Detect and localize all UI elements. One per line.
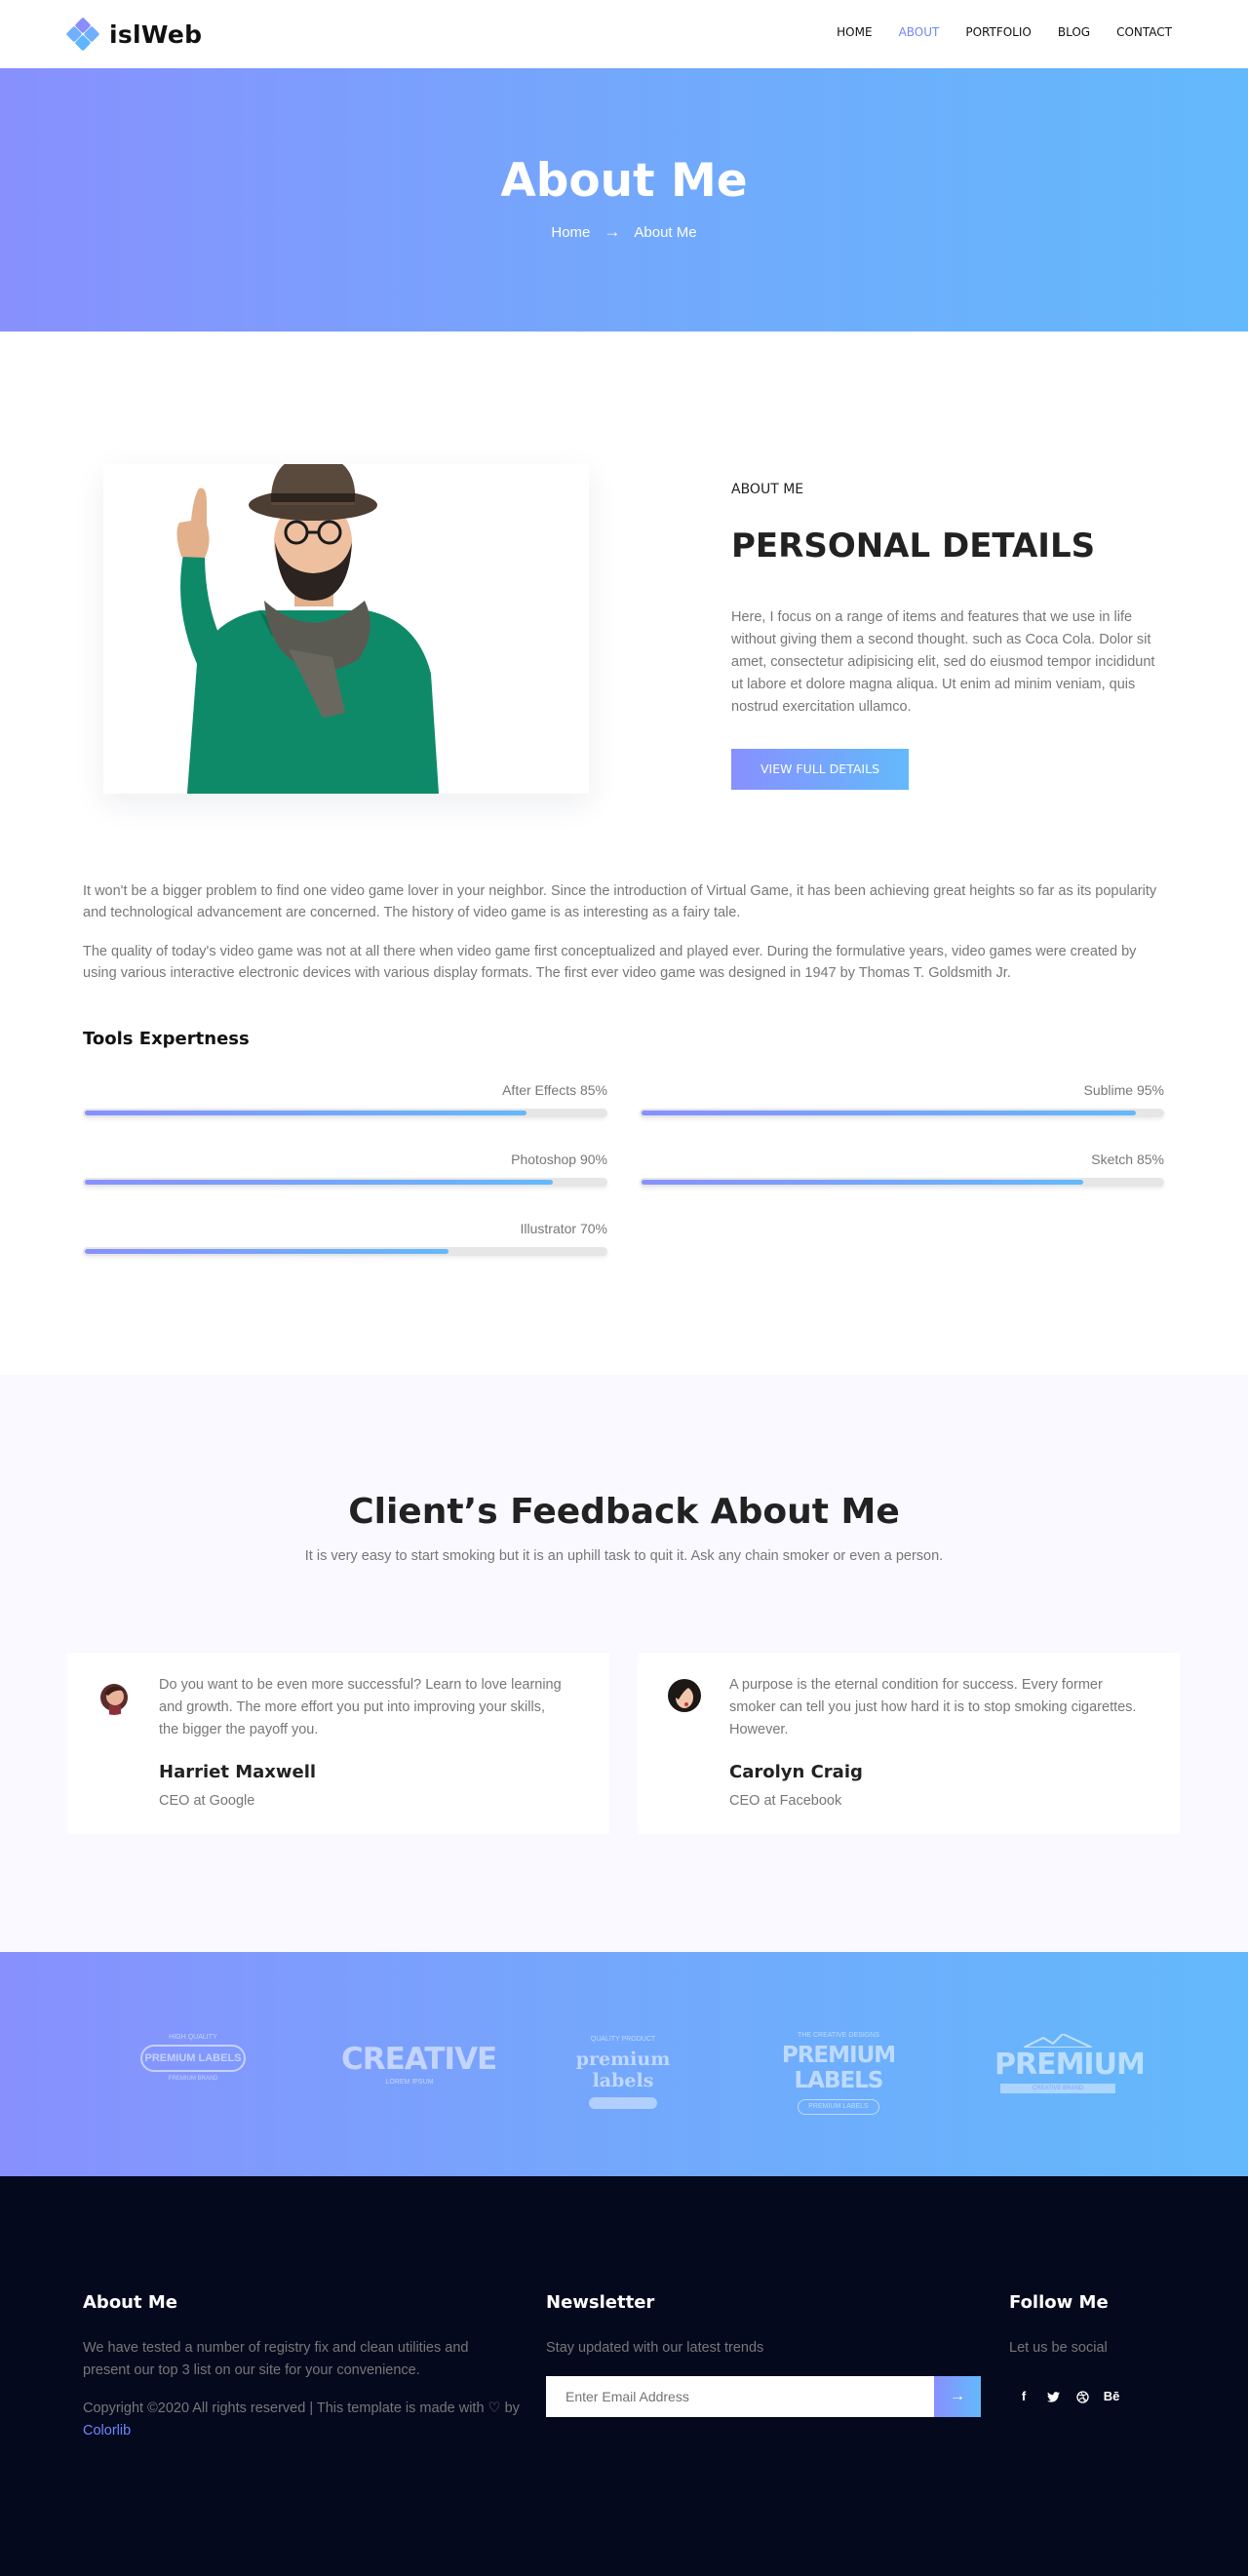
mountain-icon: [1024, 2034, 1092, 2048]
progress-fill: [85, 1249, 448, 1254]
progress-fill: [642, 1111, 1137, 1115]
testimonial-quote: A purpose is the eternal condition for s…: [729, 1677, 1137, 1737]
view-full-details-button[interactable]: VIEW FULL DETAILS: [731, 749, 909, 790]
progress-track: [83, 1247, 607, 1256]
brand-logos-strip: HIGH QUALITY PREMIUM LABELS PREMIUM BRAN…: [0, 1952, 1248, 2176]
brand-ribbon: [589, 2097, 657, 2109]
brand-wordmark: premium labels: [575, 2049, 671, 2091]
about-title: PERSONAL DETAILS: [731, 527, 1096, 566]
page-title: About Me: [500, 154, 748, 208]
skill-label: After Effects 85%: [502, 1082, 607, 1098]
follow-title: Follow Me: [1009, 2292, 1109, 2313]
about-text: Here, I focus on a range of items and fe…: [731, 609, 1155, 715]
about-paragraph-2: The quality of today's video game was no…: [83, 944, 1137, 981]
tools-title: Tools Expertness: [83, 1029, 250, 1049]
progress-track: [640, 1109, 1164, 1117]
brand-wordmark: PREMIUM LABELS: [781, 2043, 896, 2093]
copyright-text: Copyright ©2020 All rights reserved | Th…: [83, 2400, 520, 2416]
feedback-section: Client’s Feedback About Me It is very ea…: [0, 1375, 1248, 1952]
skill-sublime: Sublime 95%: [640, 1082, 1164, 1117]
nav-portfolio[interactable]: PORTFOLIO: [965, 25, 1032, 39]
brand-logo-premium-labels-outline[interactable]: THE CREATIVE DESIGNS PREMIUM LABELS PREM…: [760, 2022, 916, 2115]
portrait-image: [176, 464, 439, 794]
brand-logo-premium-labels-script[interactable]: QUALITY PRODUCT premium labels: [560, 2022, 686, 2109]
nav-blog[interactable]: BLOG: [1058, 25, 1090, 39]
testimonial-quote: Do you want to be even more successful? …: [159, 1677, 562, 1737]
skill-photoshop: Photoshop 90%: [83, 1151, 607, 1187]
avatar: [95, 1676, 134, 1715]
nav-about[interactable]: ABOUT: [899, 25, 940, 39]
avatar: [665, 1676, 704, 1715]
brand-logo-creative[interactable]: CREATIVE LOREM IPSUM: [341, 2022, 497, 2106]
dribbble-icon[interactable]: [1068, 2382, 1097, 2411]
arrow-right-icon: →: [604, 222, 621, 241]
testimonial-role: CEO at Google: [159, 1793, 255, 1809]
brand-logo-premium-labels[interactable]: HIGH QUALITY PREMIUM LABELS PREMIUM BRAN…: [136, 2022, 250, 2106]
progress-fill: [642, 1180, 1084, 1185]
breadcrumb: Home → About Me: [0, 222, 1248, 242]
newsletter-text: Stay updated with our latest trends: [546, 2340, 764, 2356]
testimonial-card: A purpose is the eternal condition for s…: [638, 1653, 1180, 1834]
testimonial-name: Harriet Maxwell: [159, 1762, 317, 1782]
footer-about-title: About Me: [83, 2292, 177, 2313]
breadcrumb-current[interactable]: About Me: [634, 224, 696, 241]
about-photo: [103, 464, 589, 794]
footer-copyright: Copyright ©2020 All rights reserved | Th…: [83, 2398, 522, 2442]
page-banner: About Me Home → About Me: [0, 68, 1248, 332]
brand-tagline: PREMIUM BRAND: [168, 2076, 218, 2082]
main-nav: HOME ABOUT PORTFOLIO BLOG CONTACT: [837, 25, 1172, 39]
brand-tagline: HIGH QUALITY: [169, 2034, 217, 2041]
twitter-icon[interactable]: [1038, 2382, 1068, 2411]
skill-after-effects: After Effects 85%: [83, 1082, 607, 1117]
feedback-title: Client’s Feedback About Me: [348, 1492, 900, 1532]
progress-fill: [85, 1180, 554, 1185]
progress-fill: [85, 1111, 527, 1115]
newsletter-title: Newsletter: [546, 2292, 655, 2313]
site-header: islWeb HOME ABOUT PORTFOLIO BLOG CONTACT: [0, 0, 1248, 68]
testimonial-role: CEO at Facebook: [729, 1793, 842, 1809]
logo-text: islWeb: [109, 20, 203, 49]
behance-icon[interactable]: Bē: [1097, 2382, 1126, 2411]
brand-wordmark: PREMIUM LABELS: [140, 2045, 246, 2072]
skill-sketch: Sketch 85%: [640, 1151, 1164, 1187]
skill-label: Photoshop 90%: [511, 1151, 607, 1167]
skill-illustrator: Illustrator 70%: [83, 1221, 607, 1256]
progress-track: [83, 1109, 607, 1117]
about-paragraph-1: It won't be a bigger problem to find one…: [83, 883, 1157, 920]
skill-label: Illustrator 70%: [520, 1221, 607, 1236]
nav-home[interactable]: HOME: [837, 25, 872, 39]
progress-track: [640, 1178, 1164, 1187]
brand-tagline: QUALITY PRODUCT: [590, 2036, 656, 2043]
skill-label: Sublime 95%: [1083, 1082, 1165, 1098]
footer-about-text: We have tested a number of registry fix …: [83, 2340, 469, 2378]
brand-wordmark: CREATIVE: [341, 2042, 497, 2077]
testimonial-card: Do you want to be even more successful? …: [67, 1653, 609, 1834]
brand-wordmark: PREMIUM: [994, 2048, 1146, 2082]
progress-track: [83, 1178, 607, 1187]
newsletter-submit-button[interactable]: →: [934, 2376, 981, 2417]
brand-tagline: PREMIUM LABELS: [798, 2099, 879, 2115]
brand-tagline: THE CREATIVE DESIGNS: [798, 2032, 879, 2039]
testimonial-name: Carolyn Craig: [729, 1762, 863, 1782]
logo[interactable]: islWeb: [65, 16, 203, 53]
brand-tagline: LOREM IPSUM: [385, 2079, 434, 2086]
facebook-icon[interactable]: f: [1009, 2382, 1038, 2411]
logo-icon: [65, 17, 100, 52]
newsletter-email-input[interactable]: [546, 2376, 934, 2417]
brand-tagline: CREATIVE BRAND: [1000, 2084, 1115, 2093]
colorlib-link[interactable]: Colorlib: [83, 2423, 131, 2439]
breadcrumb-home[interactable]: Home: [551, 224, 590, 241]
skill-label: Sketch 85%: [1091, 1151, 1164, 1167]
follow-text: Let us be social: [1009, 2340, 1108, 2356]
about-kicker: ABOUT ME: [731, 482, 804, 497]
feedback-subtitle: It is very easy to start smoking but it …: [304, 1548, 944, 1564]
brand-logo-premium[interactable]: PREMIUM CREATIVE BRAND: [994, 2022, 1146, 2106]
nav-contact[interactable]: CONTACT: [1116, 25, 1172, 39]
